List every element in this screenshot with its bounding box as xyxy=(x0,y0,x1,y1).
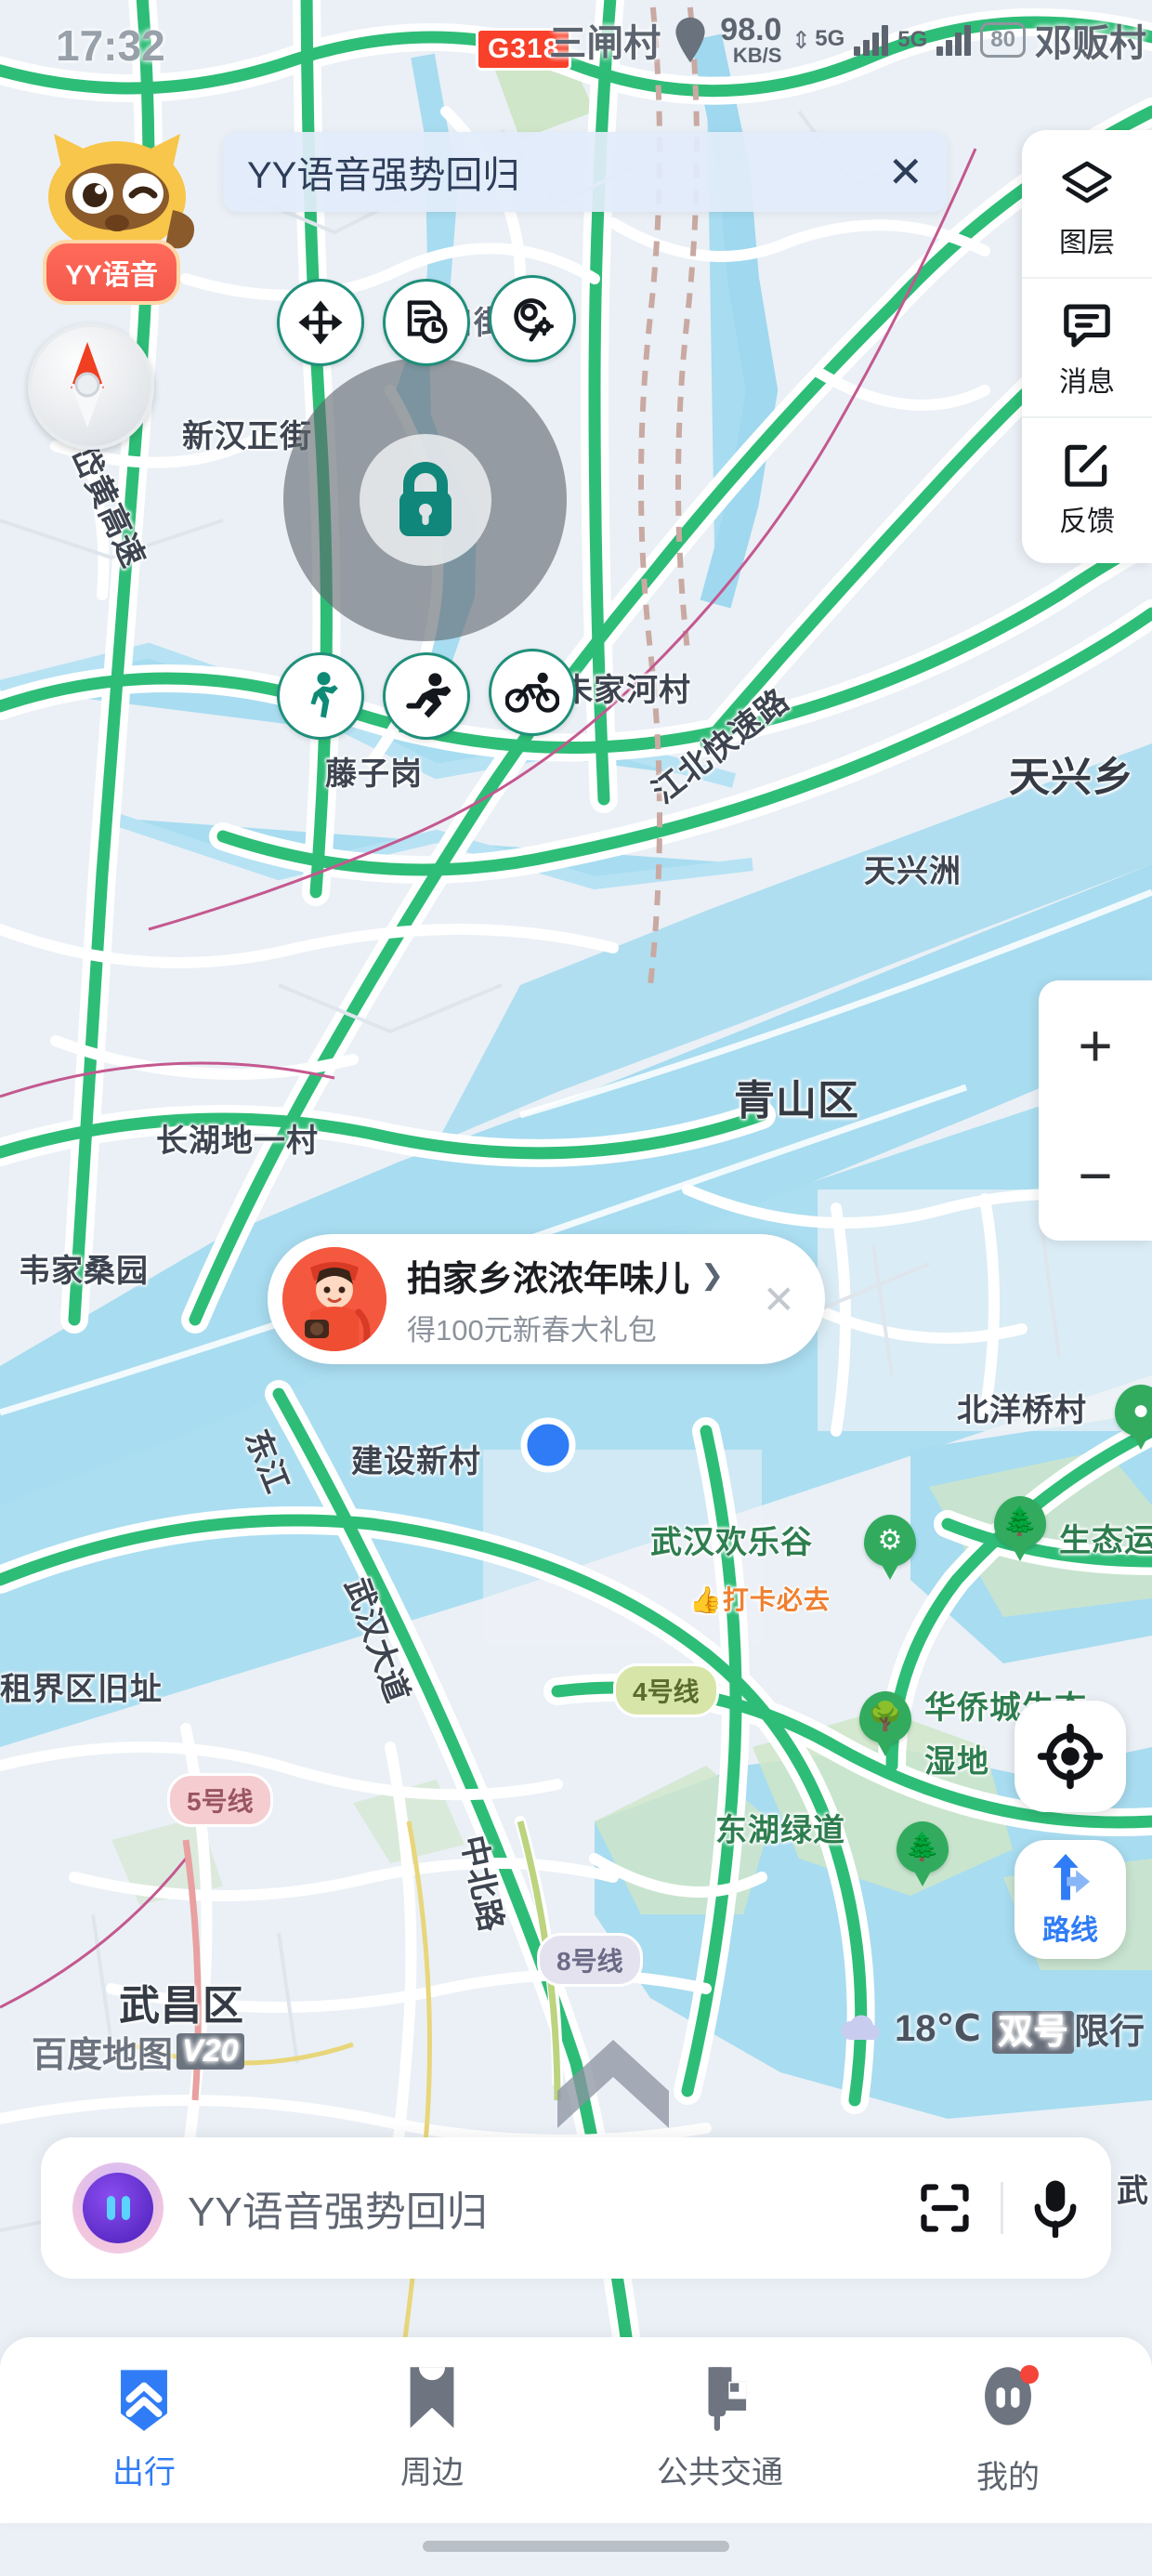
move-icon xyxy=(298,300,343,345)
feedback-icon xyxy=(1065,444,1107,487)
bottom-search-divider xyxy=(1001,2182,1003,2234)
promo-card[interactable]: 拍家乡浓浓年味儿 ❯ 得100元新春大礼包 ✕ xyxy=(268,1234,825,1364)
poi-happy-valley[interactable]: ⚙ xyxy=(864,1515,916,1580)
tab-profile-label: 我的 xyxy=(976,2460,1040,2495)
home-indicator xyxy=(423,2541,729,2552)
side-panel-feedback[interactable]: 反馈 xyxy=(1022,416,1152,556)
assistant-face xyxy=(83,2173,153,2243)
restriction-prefix: 双号 xyxy=(991,2011,1074,2054)
mic-icon[interactable] xyxy=(1031,2178,1080,2238)
forest-icon: 🌲 xyxy=(905,1832,940,1862)
promo-title: 拍家乡浓浓年味儿 xyxy=(407,1260,690,1299)
bottom-search-text[interactable]: YY语音强势回归 xyxy=(164,2178,917,2238)
zoom-controls: + − xyxy=(1039,980,1152,1241)
weather-widget[interactable]: 18℃ 双号 限行 xyxy=(837,2003,1145,2054)
app-screen: .w{fill:#a8dcf0} .grn{fill:#cfe6c8} .rdw… xyxy=(0,0,1152,2576)
map-side-panel: 图层 消息 反馈 xyxy=(1022,130,1152,563)
map-metro-line-8: 8号线 xyxy=(537,1933,643,1987)
floating-search-pill[interactable]: YY语音强势回归 ✕ xyxy=(223,132,948,212)
attribution-text: 百度地图 xyxy=(32,2036,174,2075)
nearby-icon xyxy=(410,2367,454,2428)
side-panel-messages-label: 消息 xyxy=(1059,367,1115,398)
pan-tool-button[interactable] xyxy=(277,279,364,366)
message-icon xyxy=(1064,304,1110,348)
tab-profile[interactable]: 我的 xyxy=(864,2361,1152,2497)
radar-tool-button[interactable] xyxy=(489,275,576,362)
tab-transit[interactable]: 公共交通 xyxy=(576,2361,864,2492)
close-icon[interactable]: ✕ xyxy=(887,151,923,193)
map-metro-line-5: 5号线 xyxy=(167,1773,273,1827)
promo-close-icon[interactable]: ✕ xyxy=(748,1277,810,1322)
run-icon xyxy=(406,673,451,718)
side-panel-feedback-label: 反馈 xyxy=(1059,506,1115,537)
tab-nearby-label: 周边 xyxy=(400,2455,464,2491)
map-attribution: 百度地图 V20 xyxy=(32,2026,244,2077)
assistant-avatar[interactable] xyxy=(72,2162,164,2254)
promo-avatar xyxy=(282,1247,386,1351)
assistant-eye-left xyxy=(106,2196,115,2220)
history-icon xyxy=(407,300,448,344)
park-icon: 🌲 xyxy=(1002,1506,1038,1537)
bike-icon xyxy=(505,672,559,713)
walk-mode-button[interactable] xyxy=(277,652,364,740)
map-lock-inner xyxy=(359,433,491,566)
poi-oct-wetland[interactable]: 🌳 xyxy=(859,1691,911,1756)
zoom-in-button[interactable]: + xyxy=(1078,1016,1112,1075)
marker-icon: ● xyxy=(1132,1395,1150,1426)
layers-icon xyxy=(1062,161,1112,204)
bottom-search-bar[interactable]: YY语音强势回归 xyxy=(41,2137,1111,2279)
lock-icon xyxy=(399,461,452,536)
attribution-version: V20 xyxy=(177,2033,244,2070)
assistant-eye-right xyxy=(121,2196,130,2220)
scan-icon[interactable] xyxy=(917,2180,973,2236)
route-arrow-icon xyxy=(1053,1853,1091,1900)
yy-mascot[interactable]: YY语音 xyxy=(33,130,219,305)
compass-control[interactable] xyxy=(28,323,154,450)
history-tool-button[interactable] xyxy=(383,279,470,366)
walk-icon xyxy=(310,672,338,718)
tab-travel-label: 出行 xyxy=(112,2455,176,2491)
park-icon: 🌳 xyxy=(868,1702,903,1732)
tab-transit-label: 公共交通 xyxy=(657,2455,783,2491)
bottom-tab-bar: 出行 周边 公共交通 我的 xyxy=(0,2337,1152,2523)
zoom-out-button[interactable]: − xyxy=(1078,1146,1112,1205)
side-panel-layers[interactable]: 图层 xyxy=(1022,138,1152,277)
weather-temperature: 18℃ xyxy=(895,2007,981,2049)
bike-mode-button[interactable] xyxy=(489,649,576,736)
poi-donghu-greenway[interactable]: 🌲 xyxy=(897,1821,949,1886)
promo-subtitle: 得100元新春大礼包 xyxy=(407,1314,657,1347)
radar-icon xyxy=(514,298,555,342)
traffic-restriction: 双号 限行 xyxy=(991,2003,1145,2054)
tab-travel[interactable]: 出行 xyxy=(0,2361,288,2492)
chevron-right-icon: ❯ xyxy=(700,1260,725,1291)
promo-title-row: 拍家乡浓浓年味儿 ❯ xyxy=(407,1250,748,1301)
new-year-child-icon xyxy=(282,1247,386,1351)
travel-icon xyxy=(121,2370,167,2431)
floating-search-text[interactable]: YY语音强势回归 xyxy=(247,145,887,199)
map-metro-line-4: 4号线 xyxy=(613,1663,719,1717)
poi-north-right[interactable]: ● xyxy=(1115,1385,1152,1450)
restriction-suffix: 限行 xyxy=(1073,2013,1145,2052)
side-panel-layers-label: 图层 xyxy=(1059,228,1115,258)
poi-ecological-park[interactable]: 🌲 xyxy=(994,1496,1046,1561)
compass-needle-icon xyxy=(71,342,104,427)
crosshair-icon xyxy=(1037,1723,1104,1790)
cloud-icon xyxy=(841,2015,880,2040)
ferris-wheel-icon: ⚙ xyxy=(877,1525,903,1556)
run-mode-button[interactable] xyxy=(383,652,470,740)
tab-nearby[interactable]: 周边 xyxy=(288,2361,576,2492)
map-route-shield: G318 xyxy=(476,28,572,71)
route-button-label: 路线 xyxy=(1042,1915,1098,1946)
locate-me-button[interactable] xyxy=(1015,1701,1126,1812)
profile-badge-dot xyxy=(1020,2365,1039,2384)
route-button[interactable]: 路线 xyxy=(1015,1840,1126,1959)
map-lock-overlay[interactable] xyxy=(283,358,567,641)
yy-voice-badge[interactable]: YY语音 xyxy=(43,240,181,305)
transit-icon xyxy=(708,2367,747,2431)
promo-text-block: 拍家乡浓浓年味儿 ❯ 得100元新春大礼包 xyxy=(386,1250,748,1348)
side-panel-messages[interactable]: 消息 xyxy=(1022,277,1152,416)
